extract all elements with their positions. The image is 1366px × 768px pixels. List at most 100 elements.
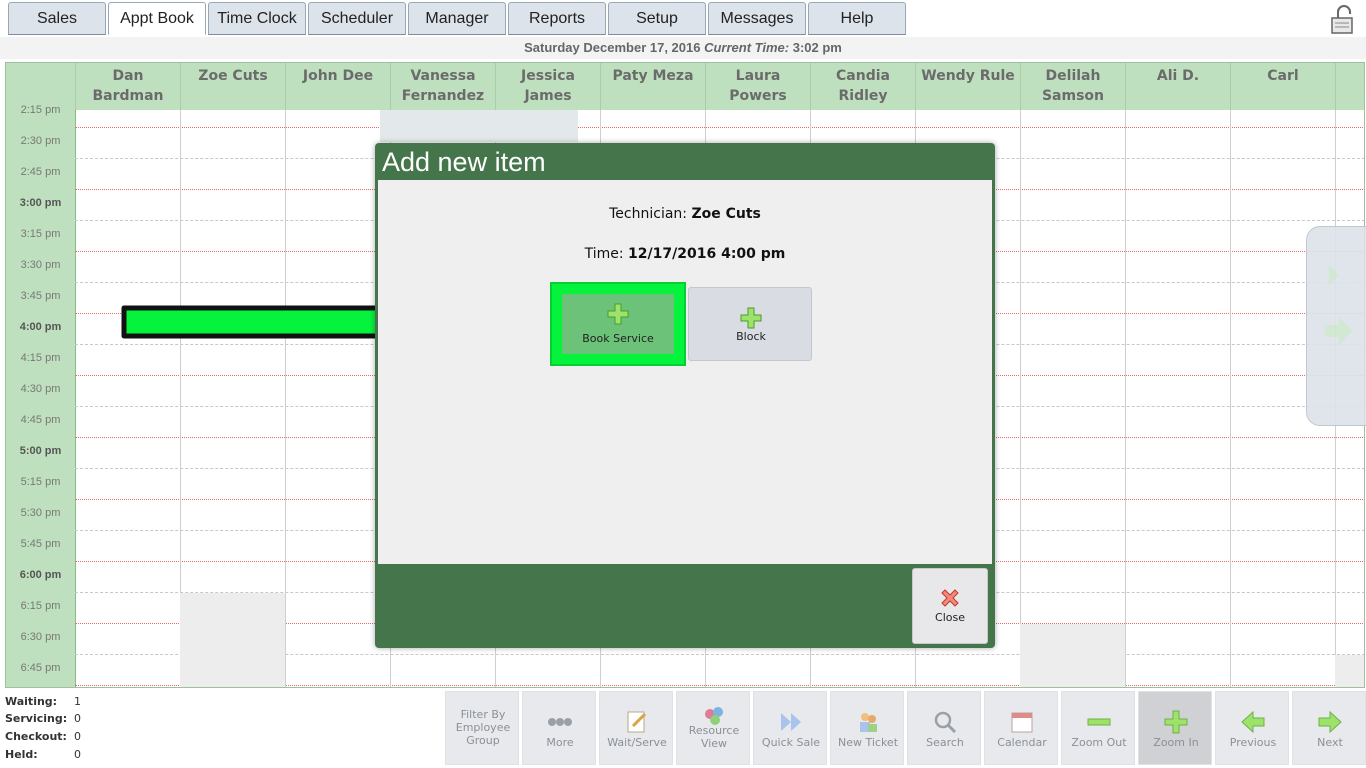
book-service-button[interactable]: Book Service [550, 282, 686, 366]
employee-header[interactable]: John Dee [285, 63, 390, 110]
search-label: Search [926, 736, 964, 749]
employee-header[interactable]: Jessica James [495, 63, 600, 110]
close-button[interactable]: Close [912, 568, 988, 644]
date-bar: Saturday December 17, 2016 Current Time:… [0, 37, 1366, 59]
technician-label: Technician: [609, 206, 687, 222]
employee-header[interactable]: Zoe Cuts [180, 63, 285, 110]
time-slot-label: 4:00 pm [19, 321, 62, 333]
status-servicing: Servicing: 0 [5, 712, 81, 725]
zoom-out-button[interactable]: Zoom Out [1061, 691, 1135, 765]
plus-icon [607, 303, 629, 325]
time-value: 12/17/2016 4:00 pm [628, 246, 786, 262]
scroll-right-panel[interactable] [1306, 226, 1366, 426]
close-label: Close [935, 611, 965, 624]
employee-header[interactable]: Candia Ridley [810, 63, 915, 110]
previous-button[interactable]: Previous [1215, 691, 1289, 765]
next-button[interactable]: Next [1292, 691, 1366, 765]
more-label: More [546, 736, 574, 749]
resource-view-label: Resource View [688, 724, 740, 750]
zoom-in-button[interactable]: Zoom In [1138, 691, 1212, 765]
plus-icon [1164, 710, 1188, 734]
time-slot-label: 3:15 pm [20, 228, 61, 240]
tab-manager[interactable]: Manager [408, 2, 506, 35]
tab-appt-book[interactable]: Appt Book [108, 2, 206, 35]
tab-reports[interactable]: Reports [508, 2, 606, 35]
employee-header[interactable]: Dan Bardman [75, 63, 180, 110]
dots-icon [548, 718, 572, 726]
close-icon [941, 589, 959, 607]
previous-label: Previous [1229, 736, 1277, 749]
booked-block[interactable] [380, 110, 578, 142]
fast-forward-icon [781, 713, 801, 731]
add-item-dialog: Add new item Technician: Zoe Cuts Time: … [375, 143, 995, 648]
next-label: Next [1317, 736, 1343, 749]
time-column: 2:15 pm 2:30 pm 2:45 pm 3:00 pm 3:15 pm 3:30 … [6, 63, 76, 687]
tab-scheduler[interactable]: Scheduler [308, 2, 406, 35]
current-time: 3:02 pm [792, 40, 842, 55]
calendar-icon [1011, 712, 1033, 733]
tab-setup[interactable]: Setup [608, 2, 706, 35]
tab-sales[interactable]: Sales [8, 2, 106, 35]
tab-time-clock[interactable]: Time Clock [208, 2, 306, 35]
time-slot-label: 3:45 pm [20, 290, 61, 302]
book-service-label: Book Service [582, 332, 654, 345]
wait-serve-button[interactable]: Wait/Serve [599, 691, 673, 765]
time-slot-label: 5:00 pm [19, 445, 62, 457]
grid-column-line [1230, 110, 1231, 687]
new-ticket-label: New Ticket [837, 736, 899, 749]
date-text: Saturday December 17, 2016 [524, 40, 701, 55]
filter-by-group-button[interactable]: Filter By Employee Group [445, 691, 519, 765]
time-slot-label: 6:45 pm [20, 662, 61, 674]
grid-column-line [1125, 110, 1126, 687]
employee-header[interactable]: Delilah Samson [1020, 63, 1125, 110]
employee-header[interactable]: Vanessa Fernandez [390, 63, 495, 110]
calendar-button[interactable]: Calendar [984, 691, 1058, 765]
time-slot-label: 4:15 pm [20, 352, 61, 364]
dialog-title: Add new item [382, 147, 546, 177]
unavailable-block [1020, 624, 1125, 687]
search-button[interactable]: Search [907, 691, 981, 765]
status-checkout: Checkout: 0 [5, 730, 81, 743]
time-slot-label: 6:15 pm [20, 600, 61, 612]
tab-messages[interactable]: Messages [708, 2, 806, 35]
employee-header[interactable]: Wendy Rule [915, 63, 1020, 110]
quick-sale-button[interactable]: Quick Sale [753, 691, 827, 765]
tab-help[interactable]: Help [808, 2, 906, 35]
left-arrow-icon [1241, 710, 1265, 734]
minus-icon [1087, 718, 1111, 726]
technician-value: Zoe Cuts [691, 206, 761, 222]
resource-view-button[interactable]: Resource View [676, 691, 750, 765]
zoom-in-label: Zoom In [1153, 736, 1199, 749]
current-time-label: Current Time: [704, 40, 790, 55]
notepad-icon [627, 711, 647, 733]
time-slot-label: 5:30 pm [20, 507, 61, 519]
unavailable-block [180, 593, 285, 687]
time-slot-label: 6:30 pm [20, 631, 61, 643]
lock-icon[interactable] [1330, 4, 1356, 34]
block-button[interactable]: Block [688, 287, 812, 361]
employee-header[interactable]: Carl [1230, 63, 1335, 110]
right-arrow-icon [1318, 710, 1342, 734]
wait-serve-label: Wait/Serve [607, 736, 667, 749]
status-waiting: Waiting: 1 [5, 695, 81, 708]
time-slot-label: 3:00 pm [19, 197, 62, 209]
grid-column-line [1020, 110, 1021, 687]
new-ticket-button[interactable]: New Ticket [830, 691, 904, 765]
employee-header[interactable]: Ed [1335, 63, 1364, 110]
dialog-body: Technician: Zoe Cuts Time: 12/17/2016 4:… [378, 180, 992, 564]
time-slot-label: 6:00 pm [19, 569, 62, 581]
filter-label: Filter By Employee Group [455, 708, 511, 747]
employee-header[interactable]: Ali D. [1125, 63, 1230, 110]
time-slot-label: 4:45 pm [20, 414, 61, 426]
more-button[interactable]: More [522, 691, 596, 765]
status-held: Held: 0 [5, 748, 81, 761]
block-label: Block [736, 330, 766, 343]
time-slot-label: 2:30 pm [20, 135, 61, 147]
employee-header[interactable]: Paty Meza [600, 63, 705, 110]
employee-header-row: Dan Bardman Zoe Cuts John Dee Vanessa Ferna… [75, 63, 1364, 110]
time-label: Time: [584, 246, 624, 262]
time-slot-label: 5:45 pm [20, 538, 61, 550]
time-slot-label: 3:30 pm [20, 259, 61, 271]
employee-header[interactable]: Laura Powers [705, 63, 810, 110]
time-slot-label: 2:15 pm [20, 104, 61, 116]
